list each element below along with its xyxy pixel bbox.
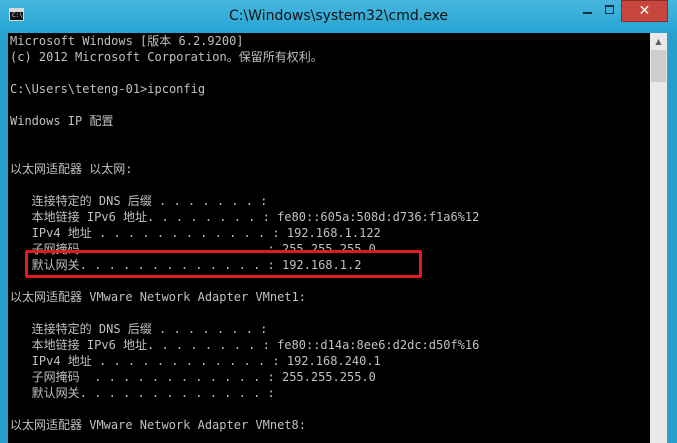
console-output[interactable]: Microsoft Windows [版本 6.2.9200] (c) 2012 … — [8, 33, 650, 443]
scroll-up-arrow-icon[interactable]: ▲ — [650, 33, 667, 50]
console-line: 以太网适配器 以太网: — [10, 162, 133, 176]
console-lines: Microsoft Windows [版本 6.2.9200] (c) 2012 … — [10, 33, 479, 433]
window-title: C:\Windows\system32\cmd.exe — [228, 8, 449, 24]
window-right-border — [667, 33, 677, 443]
maximize-button[interactable] — [600, 0, 621, 22]
console-line: 连接特定的 DNS 后缀 . . . . . . . : — [10, 322, 268, 336]
console-line: 连接特定的 DNS 后缀 . . . . . . . : — [10, 194, 268, 208]
minimize-button[interactable] — [578, 0, 599, 22]
cmd-window: C:\ C:\Windows\system32\cmd.exe ✕ Micros… — [0, 0, 677, 443]
console-line: C:\Users\teteng-01>ipconfig — [10, 82, 206, 96]
console-line: Microsoft Windows [版本 6.2.9200] — [10, 34, 244, 48]
console-line: 以太网适配器 VMware Network Adapter VMnet8: — [10, 418, 306, 432]
console-line: 本地链接 IPv6 地址. . . . . . . . : fe80::d14a… — [10, 338, 480, 352]
close-button[interactable]: ✕ — [621, 0, 668, 22]
default-gateway-highlight-box — [25, 250, 422, 278]
vertical-scrollbar[interactable]: ▲ — [650, 33, 667, 443]
console-line: 默认网关. . . . . . . . . . . . . : — [10, 386, 275, 400]
scrollbar-thumb[interactable] — [651, 50, 666, 82]
console-line: IPv4 地址 . . . . . . . . . . . . : 192.16… — [10, 226, 381, 240]
console-line: Windows IP 配置 — [10, 114, 114, 128]
console-line: 本地链接 IPv6 地址. . . . . . . . : fe80::605a… — [10, 210, 480, 224]
console-line: 以太网适配器 VMware Network Adapter VMnet1: — [10, 290, 306, 304]
title-bar[interactable]: C:\ C:\Windows\system32\cmd.exe ✕ — [0, 0, 677, 33]
close-icon: ✕ — [638, 3, 651, 19]
console-line: IPv4 地址 . . . . . . . . . . . . : 192.16… — [10, 354, 381, 368]
console-line: (c) 2012 Microsoft Corporation。保留所有权利。 — [10, 50, 323, 64]
console-line: 子网掩码 . . . . . . . . . . . . : 255.255.2… — [10, 370, 376, 384]
